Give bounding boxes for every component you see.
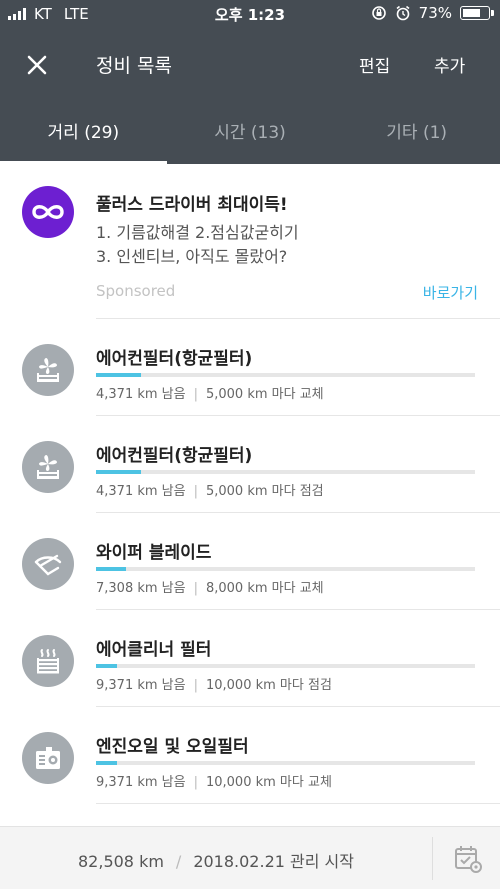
item-name: 에어컨필터(항균필터) bbox=[96, 349, 253, 369]
rotation-lock-icon bbox=[371, 6, 386, 20]
close-button[interactable] bbox=[18, 46, 56, 84]
battery-percent: 73% bbox=[418, 4, 452, 22]
maintenance-item[interactable]: 에어컨필터(항균필터) 4,371 km 남음 | 5,000 km 마다 점검 bbox=[0, 416, 500, 513]
edit-button[interactable]: 편집 bbox=[359, 52, 390, 77]
engine-oil-icon bbox=[22, 732, 74, 784]
separator: | bbox=[193, 678, 198, 693]
interval-text: 5,000 km 마다 교체 bbox=[205, 387, 324, 402]
maintenance-item[interactable]: 와이퍼 블레이드 7,308 km 남음 | 8,000 km 마다 교체 bbox=[0, 513, 500, 610]
progress-fill bbox=[96, 664, 117, 668]
progress-bar bbox=[96, 567, 475, 571]
progress-fill bbox=[96, 567, 127, 571]
sponsored-label: Sponsored bbox=[96, 282, 176, 300]
fan-filter-icon bbox=[22, 441, 74, 493]
fan-filter-glyph bbox=[37, 358, 59, 382]
toolbar: 정비 목록 편집 추가 bbox=[0, 28, 500, 100]
ad-logo bbox=[22, 186, 74, 238]
tab-distance[interactable]: 거리 (29) bbox=[0, 100, 167, 164]
status-right: 73% bbox=[371, 4, 494, 22]
total-mileage: 82,508 km bbox=[78, 852, 164, 871]
progress-bar bbox=[96, 761, 475, 765]
footer-summary: 82,508 km / 2018.02.21 관리 시작 bbox=[0, 848, 432, 872]
wiper-icon bbox=[22, 538, 74, 590]
separator: | bbox=[193, 484, 198, 499]
item-subtitle: 9,371 km 남음 | 10,000 km 마다 교체 bbox=[96, 771, 332, 790]
calendar-settings-icon bbox=[455, 846, 482, 873]
separator: / bbox=[175, 852, 182, 871]
wiper-glyph bbox=[34, 554, 62, 576]
progress-bar bbox=[96, 664, 475, 668]
interval-text: 5,000 km 마다 점검 bbox=[205, 484, 324, 499]
ad-text-line: 3. 인센티브, 아직도 몰랐어? bbox=[96, 247, 288, 266]
maintenance-item[interactable]: 에어클리너 필터 9,371 km 남음 | 10,000 km 마다 점검 bbox=[0, 610, 500, 707]
item-subtitle: 4,371 km 남음 | 5,000 km 마다 점검 bbox=[96, 480, 324, 499]
air-cleaner-icon bbox=[22, 635, 74, 687]
battery-fill bbox=[463, 9, 480, 17]
management-start: 2018.02.21 관리 시작 bbox=[193, 852, 354, 871]
item-subtitle: 7,308 km 남음 | 8,000 km 마다 교체 bbox=[96, 577, 324, 596]
remaining-distance: 7,308 km 남음 bbox=[96, 581, 186, 596]
maintenance-item[interactable]: 엔진오일 및 오일필터 9,371 km 남음 | 10,000 km 마다 교체 bbox=[0, 707, 500, 804]
item-name: 엔진오일 및 오일필터 bbox=[96, 737, 249, 757]
calendar-settings-button[interactable] bbox=[450, 841, 486, 877]
interval-text: 10,000 km 마다 점검 bbox=[205, 678, 332, 693]
maintenance-item[interactable]: 에어컨필터(항균필터) 4,371 km 남음 | 5,000 km 마다 교체 bbox=[0, 319, 500, 416]
divider bbox=[96, 803, 500, 804]
ad-text-line: 1. 기름값해결 2.점심값굳히기 bbox=[96, 223, 299, 242]
app-header: KT LTE 오후 1:23 73% 정비 목록 편집 추가 거리 (29) 시… bbox=[0, 0, 500, 164]
item-name: 에어클리너 필터 bbox=[96, 640, 212, 660]
item-name: 와이퍼 블레이드 bbox=[96, 543, 212, 563]
close-icon bbox=[27, 55, 47, 75]
status-bar: KT LTE 오후 1:23 73% bbox=[0, 0, 500, 28]
add-button[interactable]: 추가 bbox=[434, 52, 465, 77]
item-subtitle: 4,371 km 남음 | 5,000 km 마다 교체 bbox=[96, 383, 324, 402]
remaining-distance: 9,371 km 남음 bbox=[96, 678, 186, 693]
battery-icon bbox=[460, 6, 494, 20]
divider bbox=[432, 837, 433, 880]
ad-title: 풀러스 드라이버 최대이득! bbox=[96, 195, 288, 215]
ad-go-link[interactable]: 바로가기 bbox=[423, 282, 478, 303]
engine-oil-glyph bbox=[36, 747, 60, 769]
progress-bar bbox=[96, 470, 475, 474]
page-title: 정비 목록 bbox=[96, 55, 172, 77]
summary-footer: 82,508 km / 2018.02.21 관리 시작 bbox=[0, 826, 500, 889]
separator: | bbox=[193, 775, 198, 790]
fan-filter-glyph bbox=[37, 455, 59, 479]
progress-bar bbox=[96, 373, 475, 377]
interval-text: 8,000 km 마다 교체 bbox=[205, 581, 324, 596]
infinity-logo-icon bbox=[32, 205, 64, 219]
sponsored-ad[interactable]: 풀러스 드라이버 최대이득! 1. 기름값해결 2.점심값굳히기 3. 인센티브… bbox=[0, 164, 500, 319]
progress-fill bbox=[96, 470, 142, 474]
alarm-icon bbox=[396, 5, 410, 21]
tab-other[interactable]: 기타 (1) bbox=[333, 100, 500, 164]
item-subtitle: 9,371 km 남음 | 10,000 km 마다 점검 bbox=[96, 674, 332, 693]
interval-text: 10,000 km 마다 교체 bbox=[205, 775, 332, 790]
tab-time[interactable]: 시간 (13) bbox=[167, 100, 334, 164]
remaining-distance: 4,371 km 남음 bbox=[96, 387, 186, 402]
separator: | bbox=[193, 387, 198, 402]
tab-bar: 거리 (29) 시간 (13) 기타 (1) bbox=[0, 100, 500, 164]
progress-fill bbox=[96, 373, 142, 377]
remaining-distance: 9,371 km 남음 bbox=[96, 775, 186, 790]
item-name: 에어컨필터(항균필터) bbox=[96, 446, 253, 466]
fan-filter-icon bbox=[22, 344, 74, 396]
separator: | bbox=[193, 581, 198, 596]
progress-fill bbox=[96, 761, 117, 765]
remaining-distance: 4,371 km 남음 bbox=[96, 484, 186, 499]
air-cleaner-glyph bbox=[37, 649, 59, 674]
